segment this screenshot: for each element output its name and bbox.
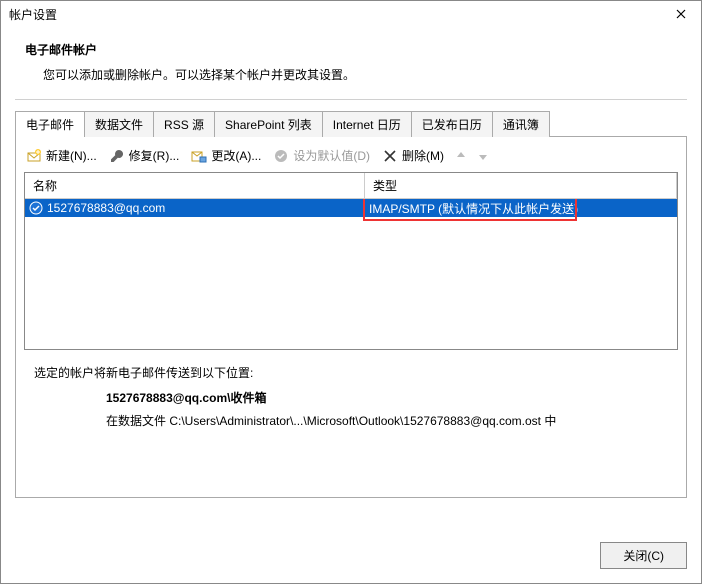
- tab-email[interactable]: 电子邮件: [15, 111, 85, 137]
- tab-rss[interactable]: RSS 源: [153, 111, 215, 137]
- change-icon: [191, 148, 207, 164]
- delivery-location: 1527678883@qq.com\收件箱: [34, 381, 668, 412]
- column-type[interactable]: 类型: [365, 173, 677, 199]
- close-icon: [676, 9, 686, 19]
- new-button[interactable]: 新建(N)...: [22, 145, 101, 166]
- header: 电子邮件帐户 您可以添加或删除帐户。可以选择某个帐户并更改其设置。: [1, 27, 701, 89]
- arrow-up-icon: [456, 151, 466, 161]
- list-header: 名称 类型: [25, 173, 677, 199]
- delete-label: 删除(M): [402, 147, 444, 164]
- account-name: 1527678883@qq.com: [47, 201, 165, 215]
- accounts-list: 名称 类型 1527678883@qq.com IMAP/SMTP (默认情况下…: [24, 172, 678, 350]
- tab-datafiles[interactable]: 数据文件: [84, 111, 154, 137]
- page-title: 电子邮件帐户: [25, 41, 677, 58]
- new-label: 新建(N)...: [46, 147, 97, 164]
- tab-internet-cal[interactable]: Internet 日历: [322, 111, 412, 137]
- repair-button[interactable]: 修复(R)...: [105, 145, 184, 166]
- change-button[interactable]: 更改(A)...: [187, 145, 265, 166]
- page-subtitle: 您可以添加或删除帐户。可以选择某个帐户并更改其设置。: [25, 66, 677, 83]
- column-name[interactable]: 名称: [25, 173, 365, 199]
- new-icon: [26, 148, 42, 164]
- close-button[interactable]: [661, 1, 701, 27]
- tab-addressbook[interactable]: 通讯簿: [492, 111, 550, 137]
- wrench-icon: [109, 148, 125, 164]
- window-title: 帐户设置: [9, 6, 57, 23]
- tab-panel: 新建(N)... 修复(R)... 更改(A)... 设为默认值(D) 删除(M…: [15, 136, 687, 498]
- move-up-button: [452, 149, 470, 163]
- set-default-button: 设为默认值(D): [269, 145, 374, 166]
- change-label: 更改(A)...: [211, 147, 261, 164]
- delivery-section: 选定的帐户将新电子邮件传送到以下位置: 1527678883@qq.com\收件…: [16, 350, 686, 437]
- close-dialog-button[interactable]: 关闭(C): [600, 542, 687, 569]
- delete-button[interactable]: 删除(M): [378, 145, 448, 166]
- move-down-button: [474, 149, 492, 163]
- footer: 关闭(C): [600, 542, 687, 569]
- list-body[interactable]: 1527678883@qq.com IMAP/SMTP (默认情况下从此帐户发送…: [25, 199, 677, 349]
- default-label: 设为默认值(D): [293, 147, 370, 164]
- default-account-icon: [29, 201, 43, 215]
- arrow-down-icon: [478, 151, 488, 161]
- repair-label: 修复(R)...: [129, 147, 180, 164]
- tabs: 电子邮件 数据文件 RSS 源 SharePoint 列表 Internet 日…: [1, 100, 701, 136]
- table-row[interactable]: 1527678883@qq.com IMAP/SMTP (默认情况下从此帐户发送…: [25, 199, 677, 217]
- account-type: IMAP/SMTP (默认情况下从此帐户发送): [369, 200, 578, 217]
- check-circle-icon: [273, 148, 289, 164]
- tab-published-cal[interactable]: 已发布日历: [411, 111, 493, 137]
- delete-icon: [382, 148, 398, 164]
- delivery-path: 在数据文件 C:\Users\Administrator\...\Microso…: [34, 412, 668, 429]
- tab-sharepoint[interactable]: SharePoint 列表: [214, 111, 323, 137]
- delivery-label: 选定的帐户将新电子邮件传送到以下位置:: [34, 364, 668, 381]
- toolbar: 新建(N)... 修复(R)... 更改(A)... 设为默认值(D) 删除(M…: [16, 137, 686, 172]
